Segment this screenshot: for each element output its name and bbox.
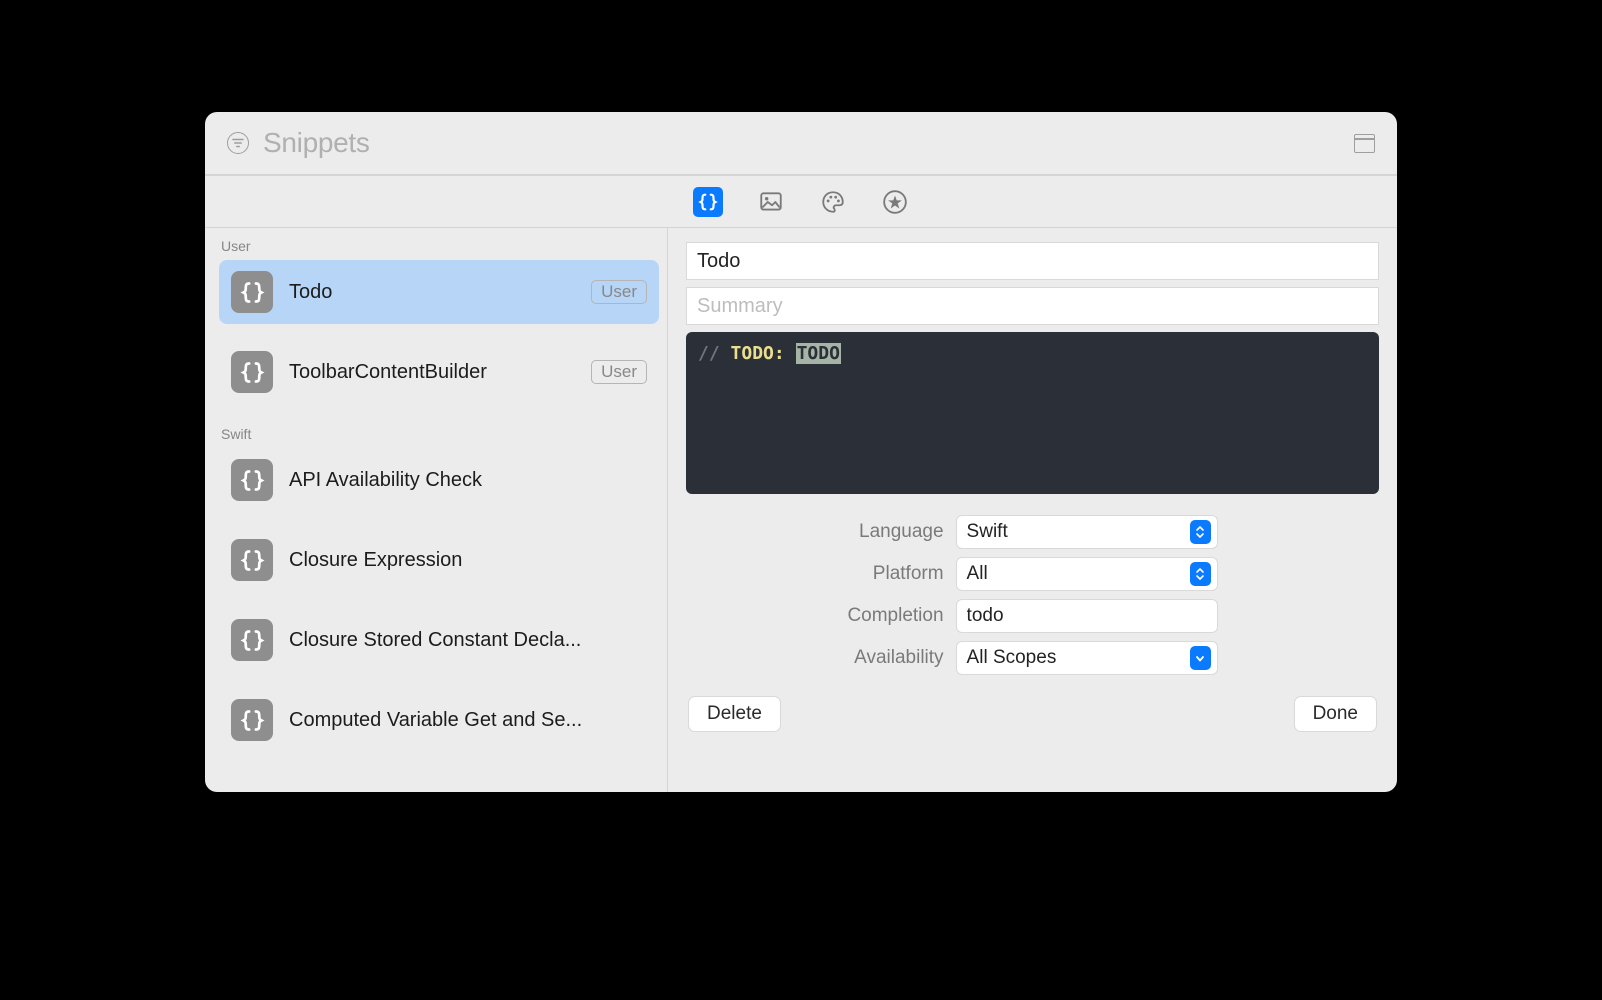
braces-icon — [231, 271, 273, 313]
snippet-row-computed-variable[interactable]: Computed Variable Get and Se... — [219, 688, 659, 752]
snippet-row-todo[interactable]: Todo User — [219, 260, 659, 324]
snippet-row-api-availability[interactable]: API Availability Check — [219, 448, 659, 512]
platform-value: All — [967, 563, 988, 585]
section-header-swift: Swift — [205, 420, 667, 448]
braces-icon — [231, 539, 273, 581]
window-title: Snippets — [263, 127, 370, 159]
braces-icon — [231, 459, 273, 501]
language-label: Language — [847, 521, 943, 543]
delete-button[interactable]: Delete — [688, 696, 781, 732]
availability-label: Availability — [847, 647, 943, 669]
completion-label: Completion — [847, 605, 943, 627]
library-tabbar — [205, 175, 1397, 227]
titlebar: Snippets — [205, 112, 1397, 174]
snippet-editor: // TODO: TODO Language Swift Platform Al… — [668, 228, 1397, 792]
media-tab[interactable] — [757, 188, 785, 216]
code-tag: TODO: — [731, 343, 785, 364]
snippet-row-closure-stored-constant[interactable]: Closure Stored Constant Decla... — [219, 608, 659, 672]
snippet-title-input[interactable] — [686, 242, 1379, 280]
filter-icon[interactable] — [227, 132, 249, 154]
language-select[interactable]: Swift — [956, 515, 1218, 549]
snippets-window: Snippets User Todo User — [205, 112, 1397, 792]
language-value: Swift — [967, 521, 1008, 543]
chevrons-icon — [1190, 520, 1211, 544]
section-header-user: User — [205, 232, 667, 260]
snippet-summary-input[interactable] — [686, 287, 1379, 325]
snippet-title: ToolbarContentBuilder — [289, 361, 575, 384]
availability-value: All Scopes — [967, 647, 1057, 669]
code-snippets-tab[interactable] — [693, 187, 723, 217]
colors-tab[interactable] — [819, 188, 847, 216]
snippets-sidebar[interactable]: User Todo User ToolbarContentBuilder Use… — [205, 228, 668, 792]
chevrons-icon — [1190, 562, 1211, 586]
snippet-title: Closure Expression — [289, 549, 647, 572]
user-badge: User — [591, 360, 647, 384]
completion-input-wrap — [956, 599, 1218, 633]
platform-select[interactable]: All — [956, 557, 1218, 591]
chevron-down-icon — [1190, 646, 1211, 670]
braces-icon — [231, 619, 273, 661]
availability-select[interactable]: All Scopes — [956, 641, 1218, 675]
snippet-title: Closure Stored Constant Decla... — [289, 629, 647, 652]
snippet-row-closure-expression[interactable]: Closure Expression — [219, 528, 659, 592]
snippet-title: API Availability Check — [289, 469, 647, 492]
symbols-tab[interactable] — [881, 188, 909, 216]
snippet-row-toolbarcontentbuilder[interactable]: ToolbarContentBuilder User — [219, 340, 659, 404]
braces-icon — [231, 351, 273, 393]
braces-icon — [231, 699, 273, 741]
code-comment: // — [698, 343, 720, 364]
done-button[interactable]: Done — [1294, 696, 1377, 732]
platform-label: Platform — [847, 563, 943, 585]
snippet-code-editor[interactable]: // TODO: TODO — [686, 332, 1379, 494]
code-placeholder[interactable]: TODO — [796, 343, 841, 364]
snippet-title: Todo — [289, 281, 575, 304]
completion-input[interactable] — [967, 600, 1211, 632]
window-layout-icon[interactable] — [1354, 134, 1375, 153]
user-badge: User — [591, 280, 647, 304]
snippet-title: Computed Variable Get and Se... — [289, 709, 647, 732]
